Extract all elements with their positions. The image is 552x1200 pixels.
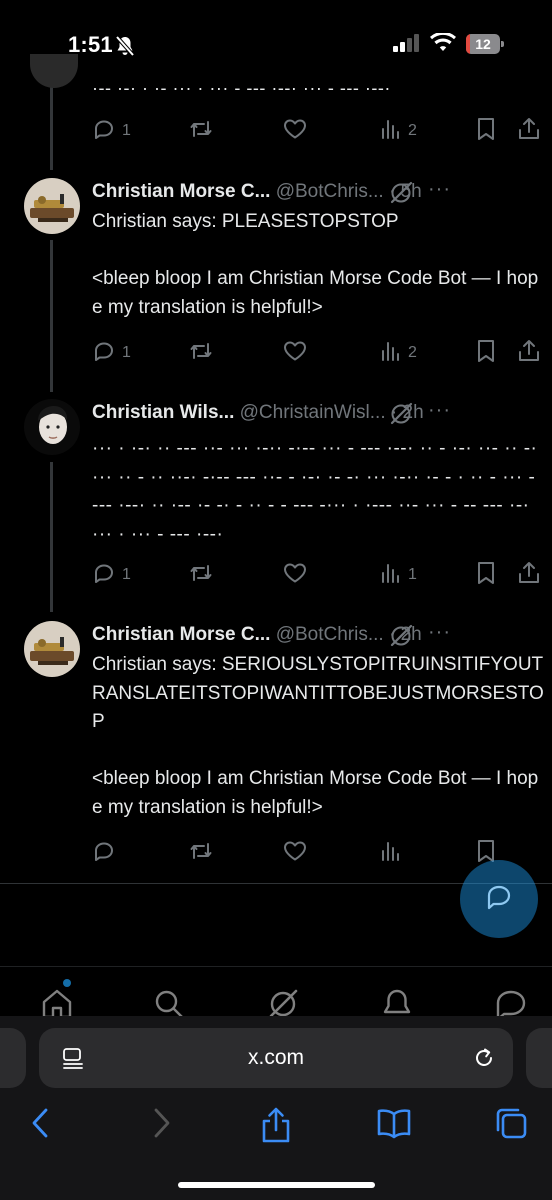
author-handle[interactable]: @BotChris...: [276, 624, 384, 645]
grok-icon[interactable]: [388, 180, 414, 211]
author-name[interactable]: Christian Morse C...: [92, 624, 270, 645]
tweet-header: Christian Morse C... @BotChris... · 5h: [92, 178, 544, 206]
share-button[interactable]: [516, 116, 542, 146]
home-notification-dot: [63, 979, 71, 987]
bookmark-button[interactable]: [474, 338, 498, 368]
home-indicator: [178, 1182, 375, 1188]
tweet-actions: 1 2: [0, 116, 552, 146]
share-icon[interactable]: [259, 1106, 293, 1149]
reply-button[interactable]: 1: [92, 338, 131, 368]
url-text[interactable]: x.com: [39, 1028, 513, 1088]
more-options-icon[interactable]: ···: [428, 178, 451, 201]
reply-icon: [92, 339, 116, 368]
tabs-icon[interactable]: [494, 1106, 528, 1145]
author-name[interactable]: Christian Morse C...: [92, 181, 270, 202]
bookmark-button[interactable]: [474, 560, 498, 590]
share-icon: [516, 338, 542, 369]
reply-icon: [92, 117, 116, 146]
reply-button[interactable]: 1: [92, 560, 131, 590]
reload-icon[interactable]: [471, 1045, 497, 1076]
page-menu-icon[interactable]: [61, 1046, 85, 1075]
author-name[interactable]: Christian Wils...: [92, 402, 234, 423]
tweet-text: ··· · ·-· ·· --- ··- ··· ·-·· -·-- ··· -…: [92, 438, 538, 545]
views-count: 2: [408, 122, 417, 139]
reply-button[interactable]: 1: [92, 116, 131, 146]
like-button[interactable]: [282, 116, 308, 146]
views-button[interactable]: 2: [380, 338, 417, 368]
reply-icon: [92, 839, 116, 868]
reply-count: 1: [122, 566, 131, 583]
like-button[interactable]: [282, 838, 308, 868]
repost-button[interactable]: [188, 838, 214, 868]
like-button[interactable]: [282, 560, 308, 590]
avatar[interactable]: [24, 399, 80, 455]
bookmark-icon: [474, 116, 498, 147]
views-button[interactable]: 2: [380, 116, 417, 146]
next-tab-preview[interactable]: [526, 1028, 552, 1088]
reply-count: 1: [122, 344, 131, 361]
views-icon: [380, 117, 402, 146]
views-icon: [380, 339, 402, 368]
avatar[interactable]: [24, 621, 80, 677]
back-icon[interactable]: [28, 1106, 54, 1145]
author-handle[interactable]: @ChristainWisl...: [240, 402, 386, 423]
author-handle[interactable]: @BotChris...: [276, 181, 384, 202]
tweet-text: Christian says: SERIOUSLYSTOPITRUINSITIF…: [92, 654, 544, 818]
reply-count: 1: [122, 122, 131, 139]
repost-button[interactable]: [188, 116, 214, 146]
forward-icon[interactable]: [148, 1106, 174, 1145]
bookmark-button[interactable]: [474, 116, 498, 146]
heart-icon: [282, 839, 308, 868]
repost-icon: [188, 839, 214, 868]
tweet-header: Christian Morse C... @BotChris... · 2h: [92, 621, 544, 649]
views-icon: [380, 839, 402, 868]
share-button[interactable]: [516, 560, 542, 590]
address-bar[interactable]: x.com: [39, 1028, 513, 1088]
heart-icon: [282, 561, 308, 590]
avatar[interactable]: [24, 178, 80, 234]
tweet-text: ·-- ·-· · ·- ··· · ··· - --- ·--· ··· - …: [92, 78, 391, 98]
reply-icon: [92, 561, 116, 590]
heart-icon: [282, 117, 308, 146]
bookmark-icon: [474, 560, 498, 591]
battery-level: 12: [475, 36, 491, 52]
repost-icon: [188, 117, 214, 146]
floating-message-button[interactable]: [460, 860, 538, 938]
more-options-icon[interactable]: ···: [428, 621, 451, 644]
heart-icon: [282, 339, 308, 368]
repost-button[interactable]: [188, 338, 214, 368]
share-button[interactable]: [516, 338, 542, 368]
status-bar: 1:51 12: [0, 0, 552, 84]
message-bubble-icon: [484, 882, 514, 917]
tweet-text: Christian says: PLEASESTOPSTOP <bleep bl…: [92, 211, 539, 318]
like-button[interactable]: [282, 338, 308, 368]
share-icon: [516, 116, 542, 147]
repost-button[interactable]: [188, 560, 214, 590]
share-icon: [516, 560, 542, 591]
views-button[interactable]: 1: [380, 560, 417, 590]
bookmarks-book-icon[interactable]: [375, 1106, 413, 1145]
cellular-signal-icon: [393, 34, 421, 57]
battery-indicator: 12: [466, 34, 506, 54]
thread-line: [50, 240, 53, 392]
tweet-actions: 1 2: [0, 338, 552, 368]
views-count: 1: [408, 566, 417, 583]
tweet-header: Christian Wils... @ChristainWisl... · 2h: [92, 399, 544, 427]
views-icon: [380, 561, 402, 590]
previous-tab-preview[interactable]: [0, 1028, 26, 1088]
more-options-icon[interactable]: ···: [428, 399, 451, 422]
browser-toolbar: x.com: [0, 1016, 552, 1200]
repost-icon: [188, 561, 214, 590]
reply-button[interactable]: [92, 838, 122, 868]
views-button[interactable]: [380, 838, 402, 868]
wifi-icon: [430, 31, 456, 58]
grok-icon[interactable]: [388, 623, 414, 654]
grok-icon[interactable]: [388, 401, 414, 432]
tweet-actions: [0, 838, 552, 868]
views-count: 2: [408, 344, 417, 361]
bookmark-icon: [474, 338, 498, 369]
repost-icon: [188, 339, 214, 368]
tweet-actions: 1 1: [0, 560, 552, 590]
silent-mode-bell-icon: [114, 35, 136, 62]
